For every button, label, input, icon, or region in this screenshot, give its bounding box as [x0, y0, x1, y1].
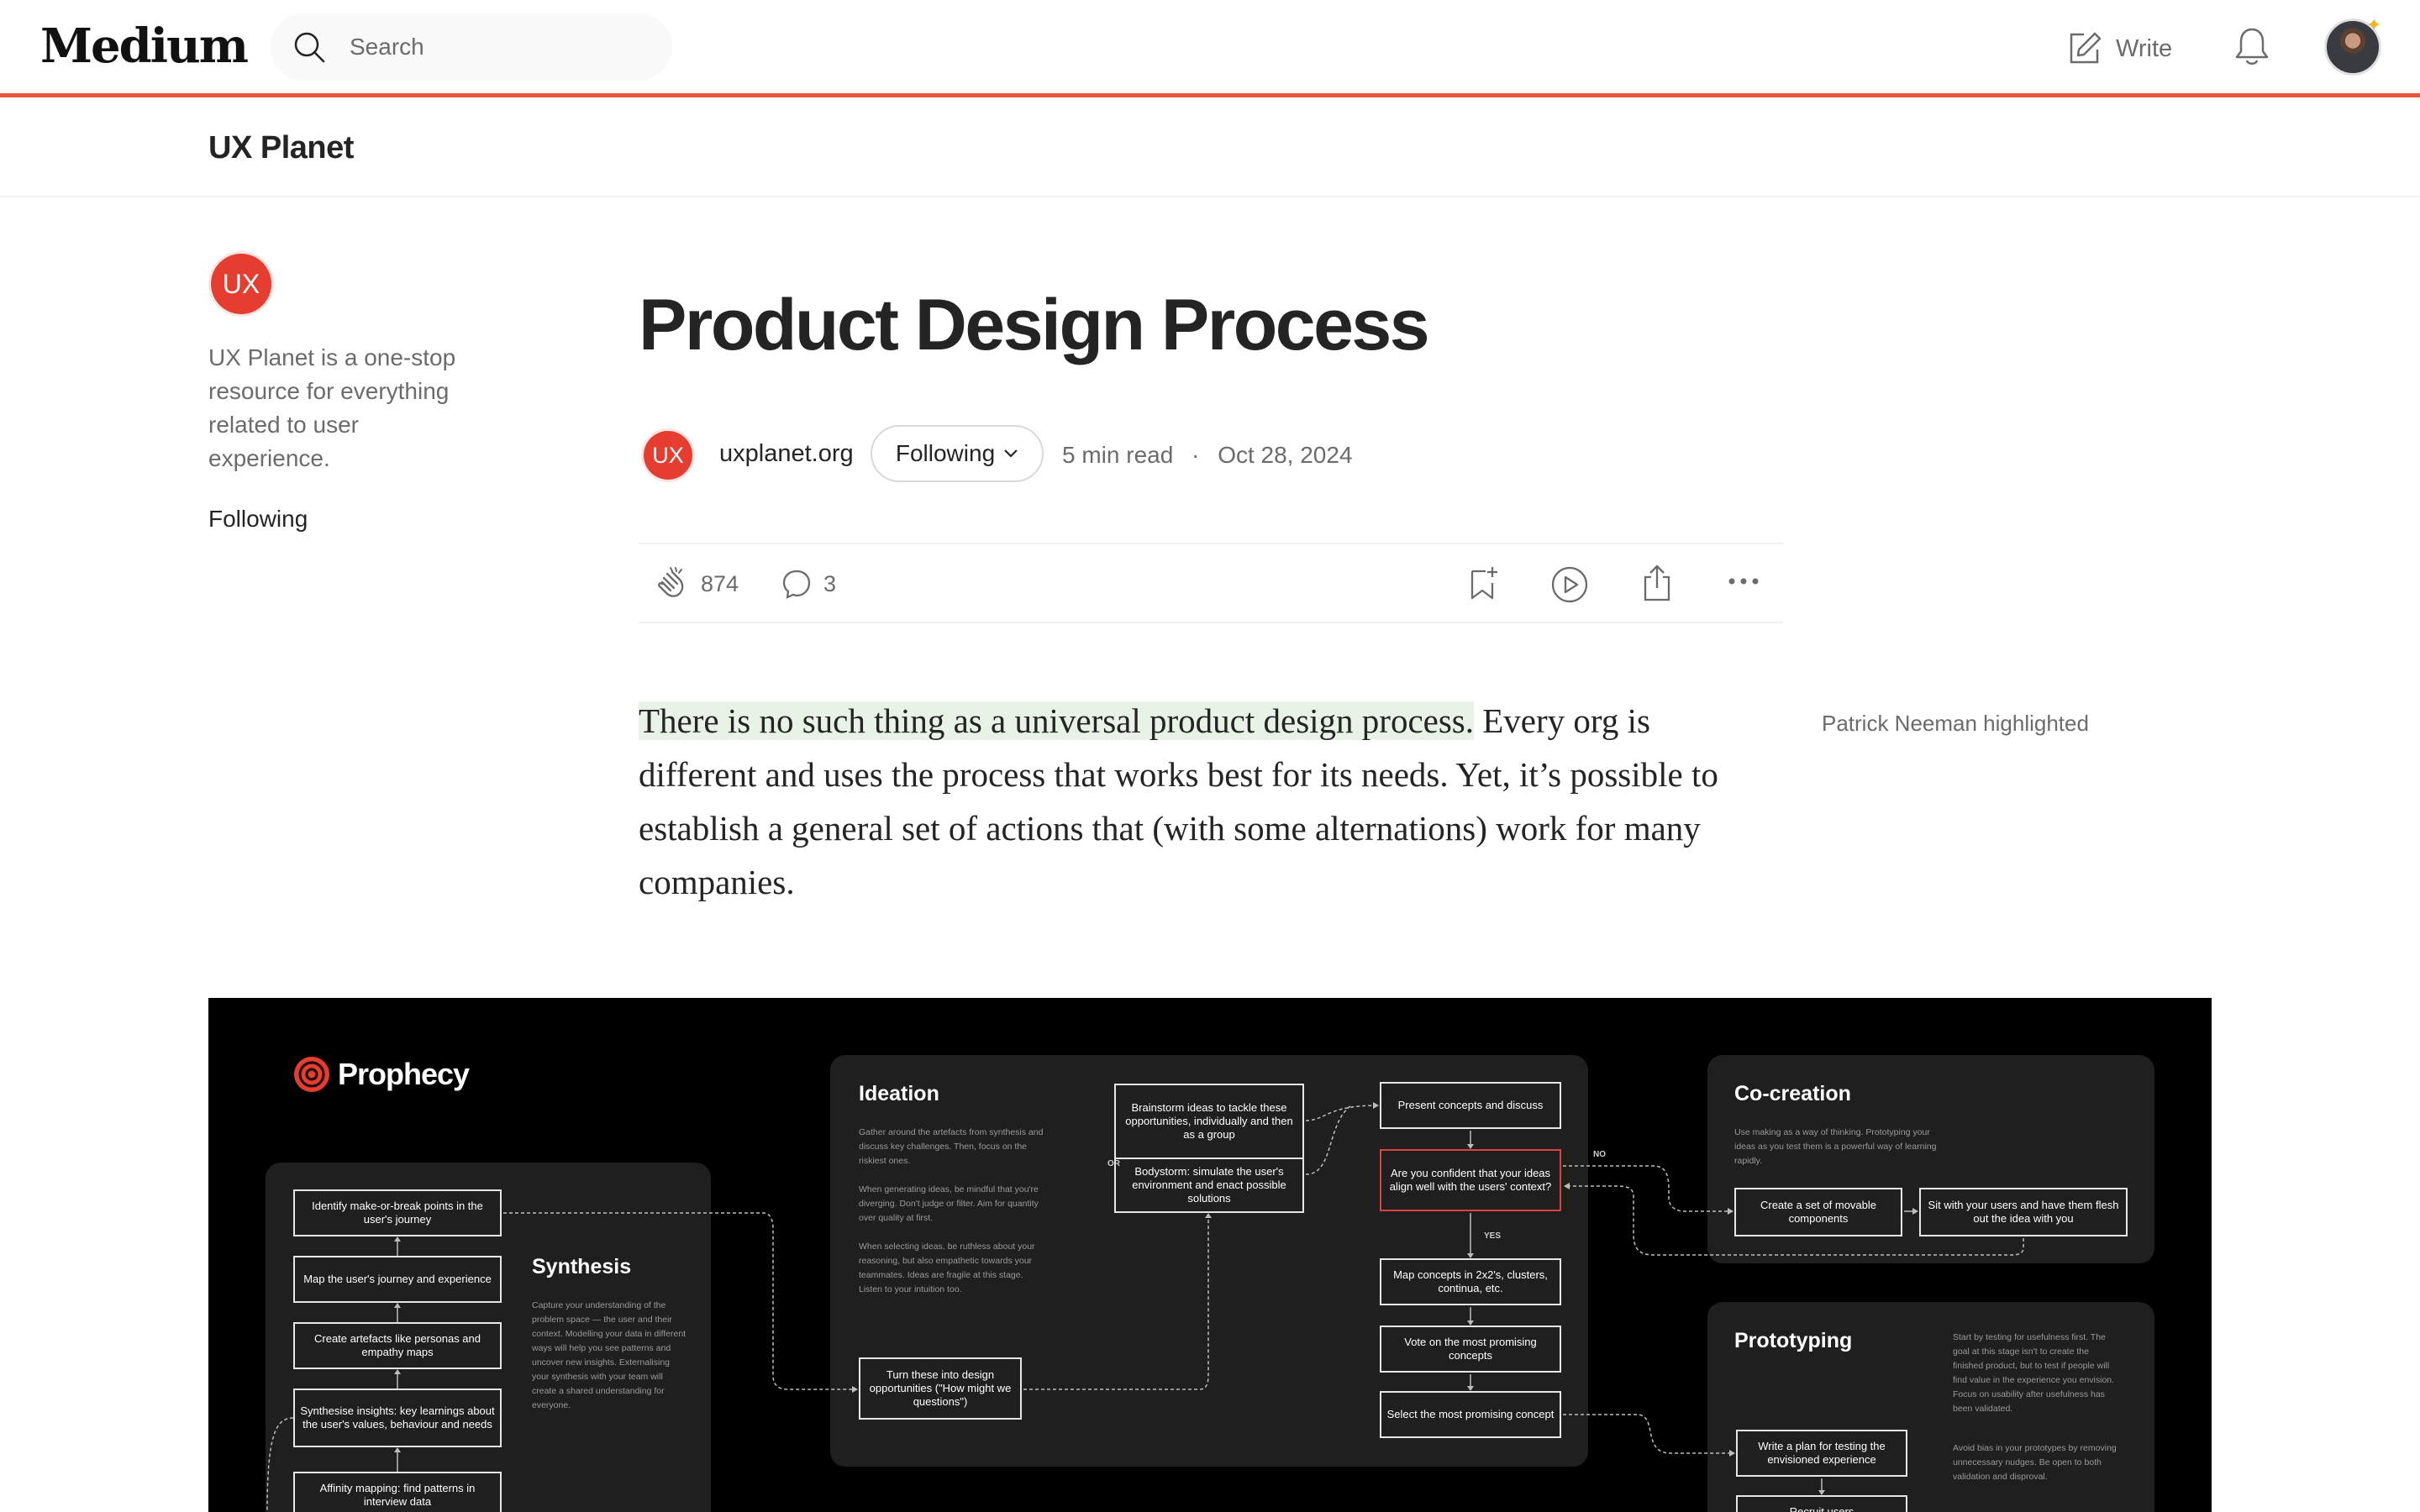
search-input[interactable] [348, 29, 650, 66]
comment-icon [782, 570, 811, 599]
author-avatar[interactable]: UX [644, 431, 692, 480]
chevron-down-icon [1004, 449, 1018, 458]
publication-logo[interactable]: UX [211, 254, 271, 314]
clap-count: 874 [701, 570, 739, 596]
article-action-bar: 874 3 [639, 543, 1783, 623]
listen-play-icon[interactable] [1549, 564, 1590, 605]
write-label: Write [2116, 34, 2173, 62]
following-label: Following [895, 440, 996, 466]
clap-button[interactable]: 874 [654, 563, 739, 605]
following-button[interactable]: Following [871, 425, 1044, 482]
member-star-icon: ✦ [2366, 14, 2382, 35]
article-title: Product Design Process [639, 285, 1430, 365]
publication-bar: UX Planet [0, 102, 2420, 197]
write-button[interactable]: Write [2067, 25, 2172, 72]
more-options-icon[interactable] [1728, 573, 1760, 590]
publication-description: UX Planet is a one-stop resource for eve… [208, 344, 456, 471]
comments-button[interactable]: 3 [780, 563, 836, 605]
article-meta: 5 min read · Oct 28, 2024 [1062, 442, 1353, 469]
publication-following-link[interactable]: Following [208, 506, 308, 533]
diagram-connectors [266, 1102, 2024, 1512]
bookmark-add-icon[interactable] [1465, 564, 1502, 603]
meta-separator: · [1192, 442, 1200, 468]
top-navigation-bar: Medium Write ✦ [0, 0, 2420, 97]
highlighted-text[interactable]: There is no such thing as a universal pr… [639, 701, 1475, 740]
write-icon [2070, 32, 2102, 64]
process-diagram[interactable]: Prophecy Synthesis Capture your understa… [208, 998, 2212, 1512]
comment-count: 3 [823, 570, 837, 596]
read-time: 5 min read [1062, 442, 1174, 468]
share-icon[interactable] [1639, 563, 1676, 603]
search-icon [294, 32, 325, 63]
notifications-bell-icon[interactable] [2232, 25, 2272, 69]
medium-logo[interactable]: Medium [40, 18, 249, 74]
publish-date: Oct 28, 2024 [1218, 442, 1353, 468]
author-name[interactable]: uxplanet.org [719, 440, 854, 468]
publication-name[interactable]: UX Planet [208, 130, 354, 166]
highlight-note[interactable]: Patrick Neeman highlighted [1822, 711, 2089, 737]
clap-icon [658, 567, 684, 597]
search-box[interactable] [271, 13, 672, 81]
article-paragraph: There is no such thing as a universal pr… [639, 694, 1773, 909]
